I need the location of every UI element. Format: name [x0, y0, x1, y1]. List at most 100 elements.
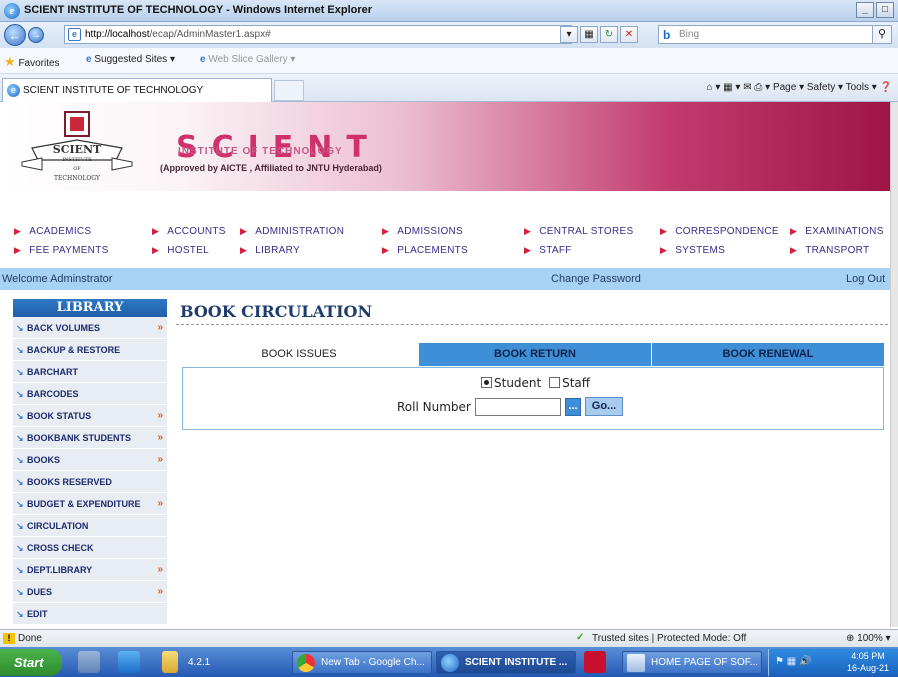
menu-accounts[interactable]: ▶ ACCOUNTS — [152, 226, 226, 237]
go-button[interactable]: Go... — [585, 397, 623, 416]
sidebar-item-back-volumes[interactable]: ↘ BACK VOLUMES » — [13, 317, 167, 339]
command-menus[interactable]: Page ▾ Safety ▾ Tools ▾ — [773, 82, 877, 93]
sidebar-item-edit[interactable]: ↘ EDIT — [13, 603, 167, 625]
menu-central-stores[interactable]: ▶ CENTRAL STORES — [524, 226, 633, 237]
menu-placements[interactable]: ▶ PLACEMENTS — [382, 245, 468, 256]
maximize-button[interactable]: □ — [876, 2, 894, 18]
sidebar-item-dept-library[interactable]: ↘ DEPT.LIBRARY » — [13, 559, 167, 581]
main-content: BOOK CIRCULATION BOOK ISSUES BOOK RETURN… — [176, 299, 888, 627]
favorites-bar: ★ Favorites e Suggested Sites ▾ e Web Sl… — [0, 48, 898, 74]
search-icon[interactable]: ⚲ — [872, 25, 892, 44]
menu-correspondence[interactable]: ▶ CORRESPONDENCE — [660, 226, 779, 237]
security-zone[interactable]: Trusted sites | Protected Mode: Off — [592, 633, 746, 644]
sidebar-item-dues[interactable]: ↘ DUES » — [13, 581, 167, 603]
status-bar: ! Done ✓ Trusted sites | Protected Mode:… — [0, 629, 898, 647]
member-type-radios: Student Staff — [481, 376, 590, 390]
site-banner: SCIENT INSTITUTE OF TECHNOLOGY SCIENT IN… — [0, 102, 890, 191]
welcome-text: Welcome Adminstrator — [2, 273, 113, 285]
sidebar-item-books[interactable]: ↘ BOOKS » — [13, 449, 167, 471]
trusted-check-icon: ✓ — [576, 632, 585, 643]
roll-number-input[interactable] — [475, 398, 561, 416]
tab-book-return[interactable]: BOOK RETURN — [418, 343, 651, 366]
page-scrollbar[interactable] — [890, 102, 898, 627]
refresh-icon[interactable]: ↻ — [600, 26, 618, 43]
menu-systems[interactable]: ▶ SYSTEMS — [660, 245, 725, 256]
sidebar-item-books-reserved[interactable]: ↘ BOOKS RESERVED — [13, 471, 167, 493]
taskbar-word[interactable]: HOME PAGE OF SOF... — [622, 651, 762, 674]
tab-book-renewal[interactable]: BOOK RENEWAL — [651, 343, 884, 366]
compatibility-icon[interactable]: ▦ — [580, 26, 598, 43]
sidebar-item-barcodes[interactable]: ↘ BARCODES — [13, 383, 167, 405]
circulation-tabs: BOOK ISSUES BOOK RETURN BOOK RENEWAL — [180, 343, 884, 366]
chevron-icon: ↘ — [16, 345, 24, 355]
menu-examinations[interactable]: ▶ EXAMINATIONS — [790, 226, 884, 237]
lookup-button[interactable]: ... — [565, 398, 581, 416]
acrobat-icon[interactable] — [584, 651, 606, 673]
stop-icon[interactable]: ✕ — [620, 26, 638, 43]
menu-admissions[interactable]: ▶ ADMISSIONS — [382, 226, 463, 237]
sidebar-item-budget-expenditure[interactable]: ↘ BUDGET & EXPENDITURE » — [13, 493, 167, 515]
minimize-button[interactable]: _ — [856, 2, 874, 18]
welcome-bar: Welcome Adminstrator Change Password Log… — [0, 268, 890, 290]
tab-book-issues[interactable]: BOOK ISSUES — [180, 343, 418, 366]
help-icon[interactable]: ❓ — [880, 82, 892, 93]
menu-staff[interactable]: ▶ STAFF — [524, 245, 572, 256]
chrome-icon — [297, 654, 315, 672]
menu-library[interactable]: ▶ LIBRARY — [240, 245, 300, 256]
folder-icon[interactable] — [162, 651, 178, 673]
zoom-level[interactable]: ⊕ 100% ▾ — [846, 633, 891, 644]
tab-scient[interactable]: e SCIENT INSTITUTE OF TECHNOLOGY — [2, 78, 272, 102]
url-host: http://localhost — [85, 29, 150, 40]
menu-hostel[interactable]: ▶ HOSTEL — [152, 245, 209, 256]
change-password-link[interactable]: Change Password — [551, 273, 641, 285]
network-icon[interactable] — [78, 651, 100, 673]
taskbar-chrome[interactable]: New Tab - Google Ch... — [292, 651, 432, 674]
library-sidebar: LIBRARY ↘ BACK VOLUMES» ↘ BACKUP & RESTORE ↘… — [13, 299, 167, 627]
home-icon[interactable]: ⌂ — [707, 82, 713, 93]
ie-quicklaunch-icon[interactable] — [118, 651, 140, 673]
url-field[interactable]: e http://localhost/ecap/AdminMaster1.asp… — [64, 25, 572, 44]
sidebar-item-circulation[interactable]: ↘ CIRCULATION — [13, 515, 167, 537]
arrow-icon: ▶ — [240, 226, 248, 236]
arrow-icon: ▶ — [14, 226, 22, 236]
new-tab-button[interactable] — [274, 80, 304, 101]
menu-administration[interactable]: ▶ ADMINISTRATION — [240, 226, 344, 237]
command-bar[interactable]: ⌂ ▾ ▦ ▾ ✉ ⎙ ▾ Page ▾ Safety ▾ Tools ▾ ❓ — [707, 82, 892, 93]
search-input[interactable]: b Bing — [658, 25, 878, 44]
back-arrow-icon[interactable]: ← — [4, 24, 26, 46]
forward-arrow-icon[interactable]: → — [28, 27, 44, 43]
arrow-icon: ▶ — [14, 245, 22, 255]
chevron-icon: ↘ — [16, 367, 24, 377]
sidebar-item-bookbank-students[interactable]: ↘ BOOKBANK STUDENTS » — [13, 427, 167, 449]
staff-radio[interactable] — [549, 377, 561, 388]
sidebar-item-barchart[interactable]: ↘ BARCHART — [13, 361, 167, 383]
logo-text-of: OF — [73, 166, 81, 172]
sidebar-item-cross-check[interactable]: ↘ CROSS CHECK — [13, 537, 167, 559]
web-slice-gallery-link[interactable]: e Web Slice Gallery ▾ — [200, 54, 295, 65]
menu-fee-payments[interactable]: ▶ FEE PAYMENTS — [14, 245, 109, 256]
sidebar-item-label: CIRCULATION — [27, 521, 89, 531]
logo-text-top: SCIENT — [53, 143, 102, 156]
suggested-sites-link[interactable]: e Suggested Sites ▾ — [86, 54, 175, 65]
favorites-button[interactable]: ★ Favorites — [4, 54, 60, 70]
logout-link[interactable]: Log Out — [846, 273, 885, 285]
chevron-icon: ↘ — [16, 323, 24, 333]
url-dropdown-icon[interactable]: ▾ — [560, 26, 578, 43]
folder-label[interactable]: 4.2.1 — [188, 657, 210, 668]
menu-academics[interactable]: ▶ ACADEMICS — [14, 226, 91, 237]
submenu-arrow-icon: » — [157, 564, 163, 575]
sidebar-item-book-status[interactable]: ↘ BOOK STATUS » — [13, 405, 167, 427]
sidebar-item-backup-restore[interactable]: ↘ BACKUP & RESTORE — [13, 339, 167, 361]
brand-institute: INSTITUTE OF TECHNOLOGY — [178, 146, 343, 157]
student-radio[interactable] — [481, 377, 492, 388]
menu-transport[interactable]: ▶ TRANSPORT — [790, 245, 869, 256]
ie-page-icon: e — [200, 54, 206, 65]
start-button[interactable]: Start — [0, 649, 62, 676]
chevron-icon: ↘ — [16, 521, 24, 531]
arrow-icon: ▶ — [660, 226, 668, 236]
clock[interactable]: 4:05 PM 16-Aug-21 — [847, 650, 889, 674]
bing-icon: b — [663, 28, 671, 42]
tray-icons[interactable]: ⚑ ▦ 🔊 — [775, 656, 811, 667]
taskbar-ie[interactable]: SCIENT INSTITUTE ... — [436, 651, 576, 674]
arrow-icon: ▶ — [524, 226, 532, 236]
